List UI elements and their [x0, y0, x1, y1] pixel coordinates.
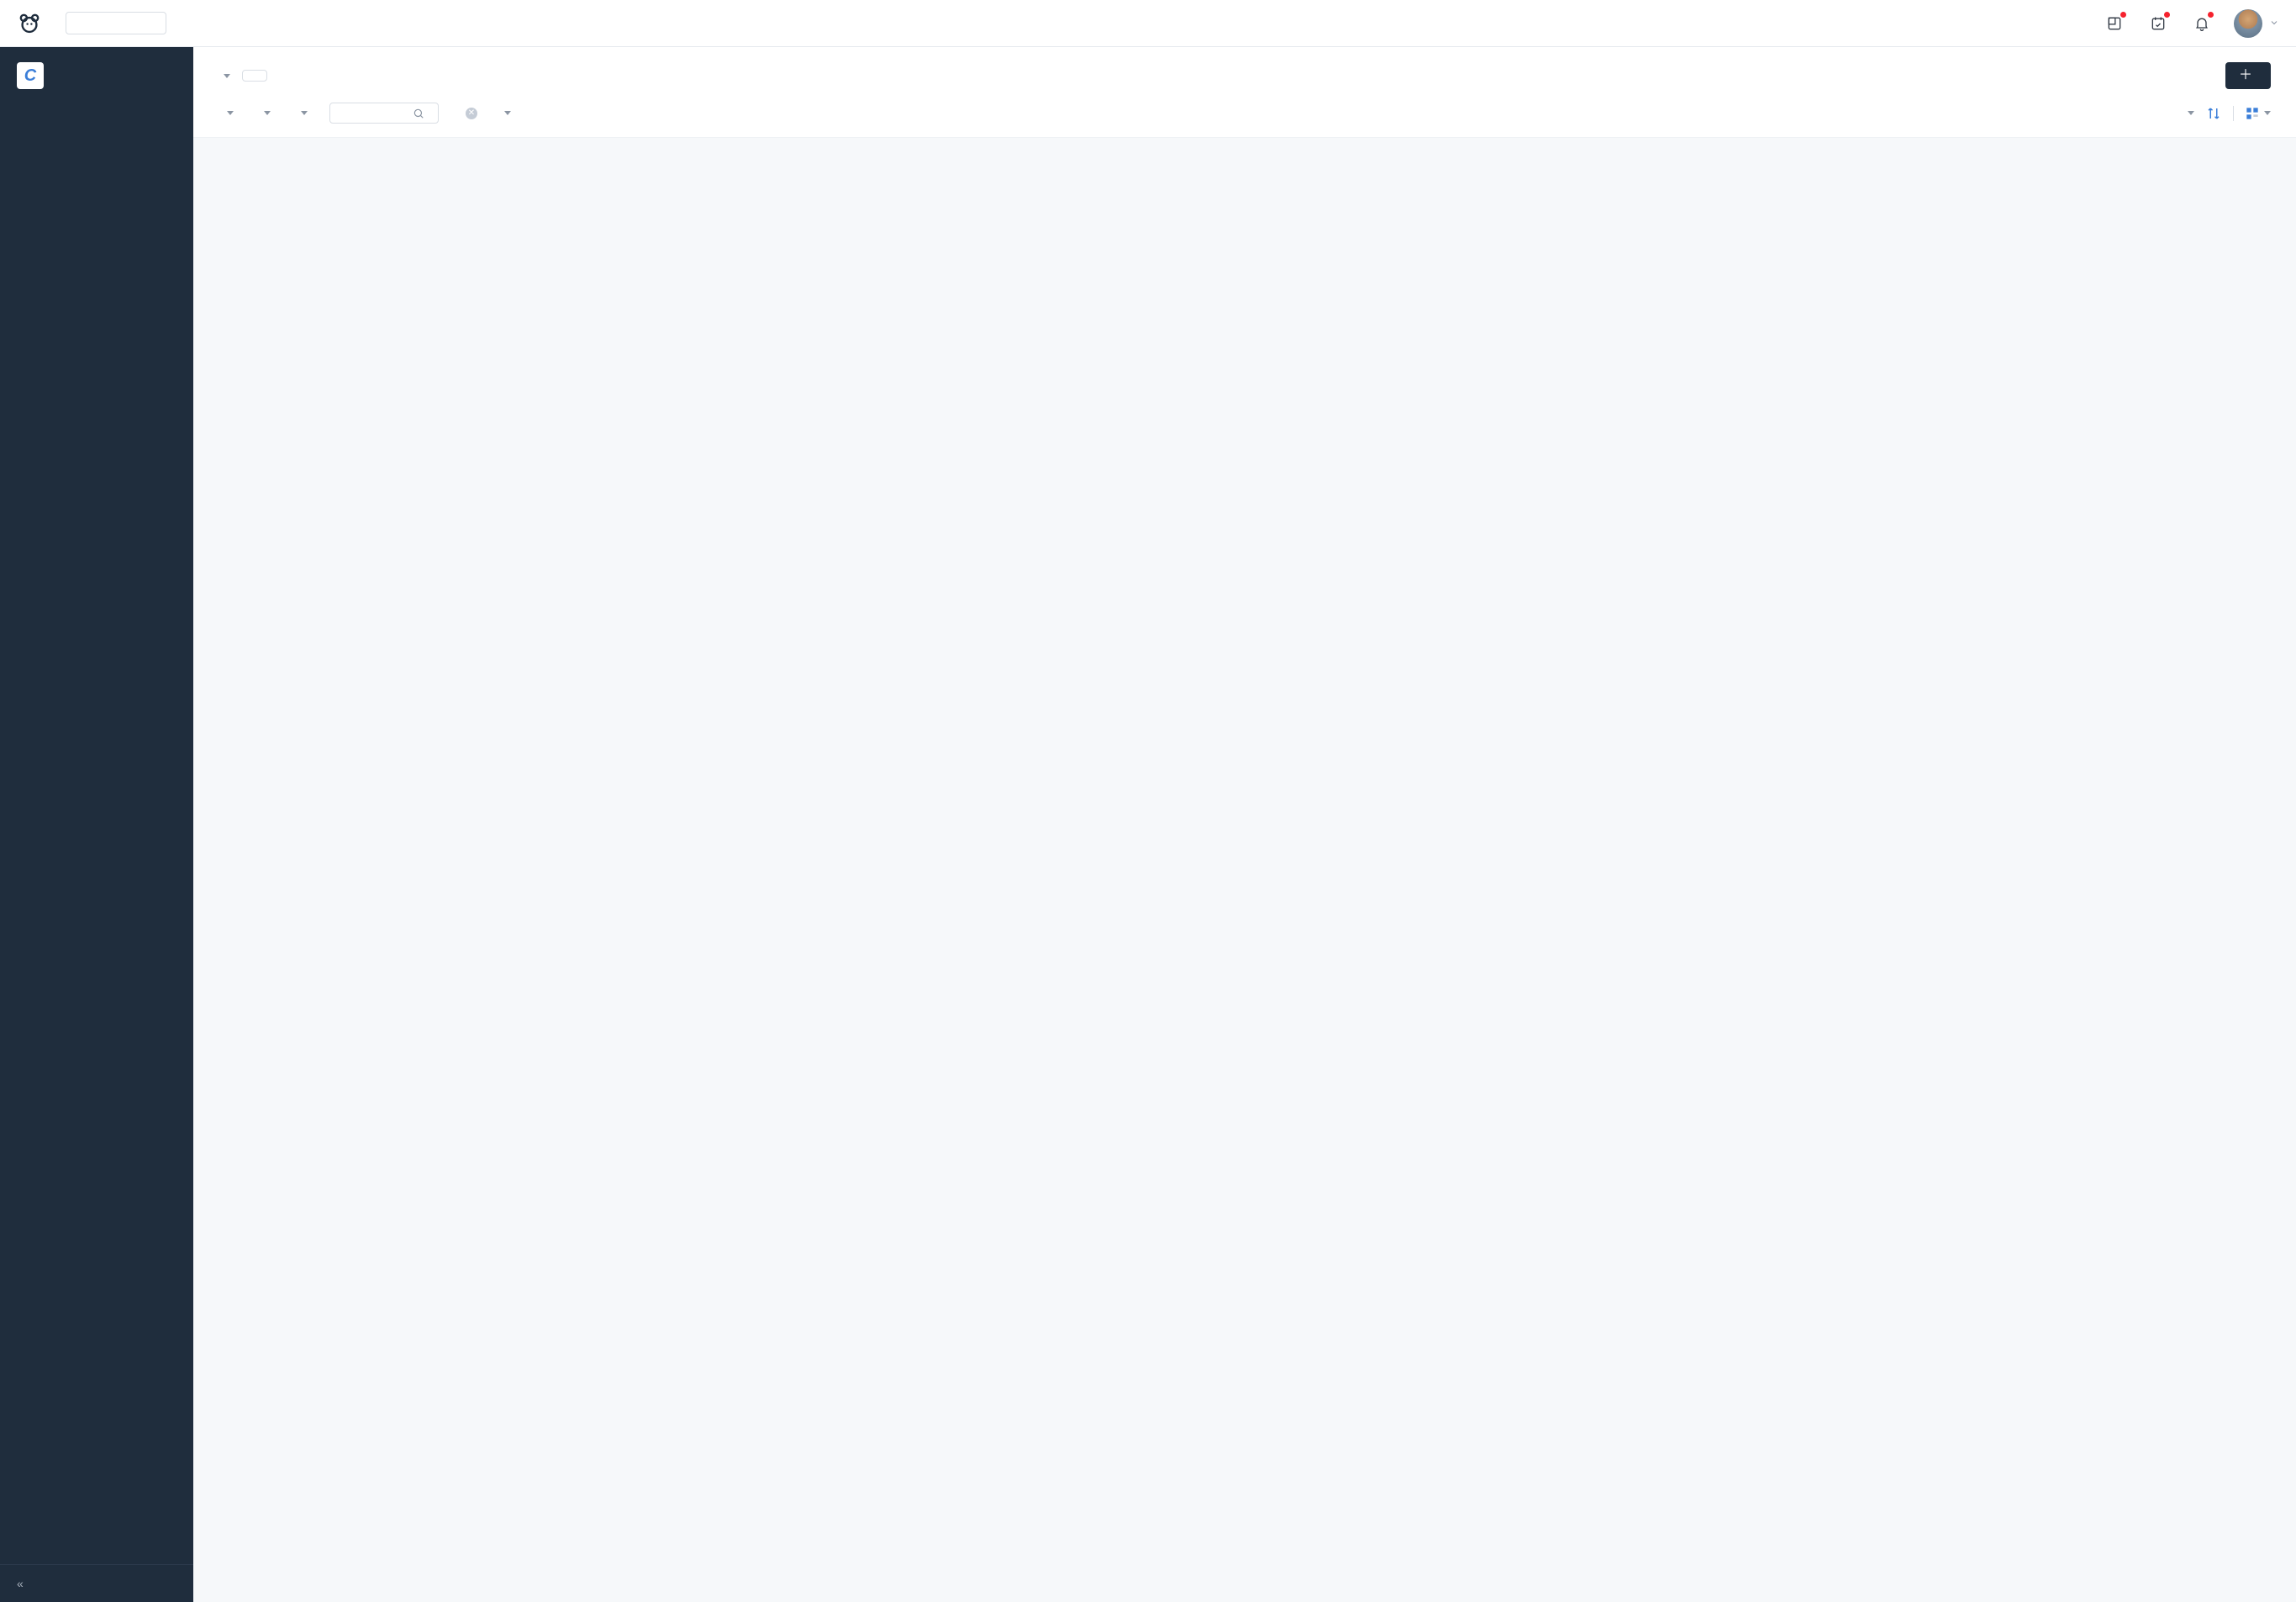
- dashboard-icon[interactable]: [2099, 8, 2130, 39]
- project-selector[interactable]: [66, 12, 166, 34]
- search-icon[interactable]: [413, 108, 424, 119]
- sidebar: C «: [0, 47, 193, 1602]
- sort-control[interactable]: [2183, 111, 2194, 115]
- user-avatar[interactable]: [2234, 9, 2262, 38]
- company-logo: [17, 11, 42, 36]
- toolbar: ＋ ✕: [193, 47, 2296, 137]
- filter-type[interactable]: [219, 111, 234, 115]
- sort-icon[interactable]: [2206, 106, 2221, 121]
- save-as-button[interactable]: [242, 70, 267, 82]
- filter-more[interactable]: [499, 111, 511, 115]
- project-header[interactable]: C: [0, 47, 193, 104]
- collapse-sidebar[interactable]: «: [0, 1564, 193, 1602]
- filter-keyword: [329, 103, 439, 124]
- chevron-down-icon[interactable]: [2269, 17, 2279, 30]
- bell-icon[interactable]: [2187, 8, 2217, 39]
- calendar-icon[interactable]: [2143, 8, 2173, 39]
- filter-creator[interactable]: ✕: [461, 108, 477, 119]
- top-header: [0, 0, 2296, 47]
- filter-name[interactable]: [219, 66, 230, 86]
- search-input[interactable]: [337, 107, 413, 119]
- filter-assignee[interactable]: [292, 111, 308, 115]
- board-view-icon[interactable]: [2246, 107, 2271, 120]
- kanban-board: [193, 137, 2296, 1602]
- remove-chip-icon[interactable]: ✕: [466, 108, 477, 119]
- plus-icon: ＋: [2239, 69, 2252, 82]
- project-logo: C: [17, 62, 44, 89]
- filter-state[interactable]: [255, 111, 271, 115]
- create-button[interactable]: ＋: [2225, 62, 2271, 89]
